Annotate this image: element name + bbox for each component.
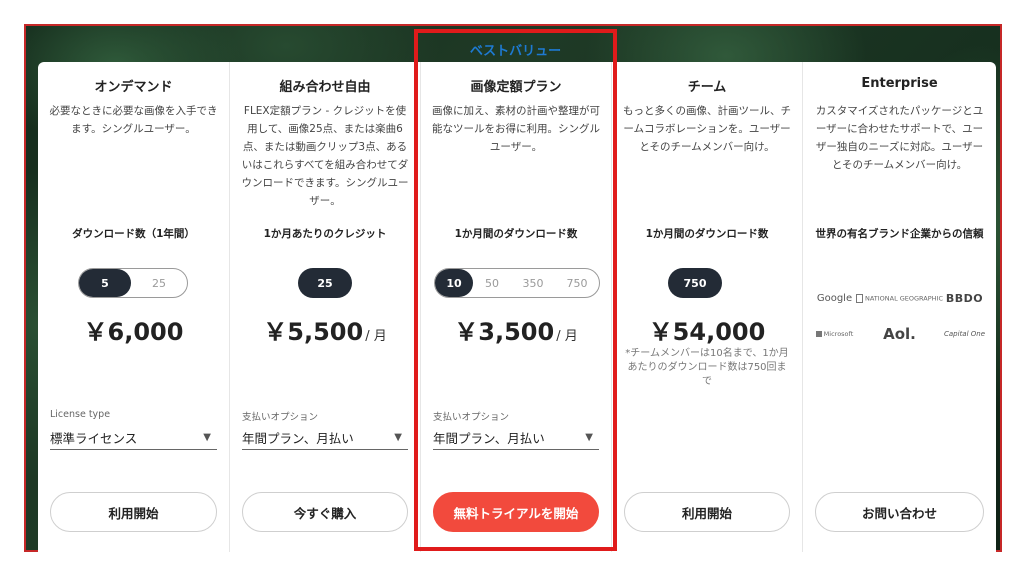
download-count-toggle: 10 50 350 750 bbox=[434, 268, 600, 298]
chevron-down-icon: ▼ bbox=[394, 432, 402, 443]
plan-image-subscription: 画像定額プラン 画像に加え、素材の計画や整理が可能なツールをお得に利用。シングル… bbox=[420, 62, 611, 552]
buy-now-button[interactable]: 今すぐ購入 bbox=[242, 492, 408, 532]
plan-title: チーム bbox=[687, 80, 727, 95]
plan-description: カスタマイズされたパッケージとユーザーに合わせたサポートで、ユーザー独自のニーズ… bbox=[815, 105, 984, 171]
option-750[interactable]: 750 bbox=[555, 269, 599, 297]
google-logo: Google bbox=[816, 293, 853, 304]
select-value: 年間プラン、月払い bbox=[433, 431, 545, 446]
metric-label: 1か月間のダウンロード数 bbox=[454, 228, 578, 240]
best-value-label: ベストバリュー bbox=[469, 44, 562, 59]
price-unit: / 月 bbox=[556, 329, 578, 344]
pricing-table: オンデマンド 必要なときに必要な画像を入手できます。シングルユーザー。 ダウンロ… bbox=[38, 62, 996, 552]
license-type-select[interactable]: 標準ライセンス ▼ bbox=[50, 426, 217, 450]
price: ￥3,500/ 月 bbox=[421, 312, 611, 347]
start-free-trial-button[interactable]: 無料トライアルを開始 bbox=[433, 492, 599, 532]
select-value: 年間プラン、月払い bbox=[242, 431, 354, 446]
option-50[interactable]: 50 bbox=[473, 269, 511, 297]
option-25[interactable]: 25 bbox=[131, 269, 187, 297]
download-count-toggle: 5 25 bbox=[78, 268, 188, 298]
microsoft-logo: Microsoft bbox=[815, 330, 853, 338]
start-button[interactable]: 利用開始 bbox=[624, 492, 790, 532]
price: ￥5,500/ 月 bbox=[230, 312, 420, 347]
price-value: ￥5,500 bbox=[263, 318, 364, 346]
team-note: *チームメンバーは10名まで、1か月あたりのダウンロード数は750回まで bbox=[625, 348, 789, 387]
plan-team: チーム もっと多くの画像、計画ツール、チームコラボレーションを。ユーザーとそのチ… bbox=[611, 62, 802, 552]
price-unit: / 月 bbox=[365, 329, 387, 344]
brand-logos: Google NATIONAL GEOGRAPHIC BBDO Microsof… bbox=[813, 292, 986, 343]
chevron-down-icon: ▼ bbox=[585, 432, 593, 443]
option-5[interactable]: 5 bbox=[79, 269, 131, 297]
plan-flex: 組み合わせ自由 FLEX定額プラン - クレジットを使用して、画像25点、または… bbox=[229, 62, 420, 552]
plan-title: 組み合わせ自由 bbox=[279, 80, 371, 95]
plan-description: 必要なときに必要な画像を入手できます。シングルユーザー。 bbox=[49, 105, 218, 135]
license-type-label: License type bbox=[50, 409, 111, 420]
metric-label: 世界の有名ブランド企業からの信頼 bbox=[815, 228, 984, 240]
payment-option-select[interactable]: 年間プラン、月払い ▼ bbox=[242, 426, 408, 450]
aol-logo: Aol. bbox=[883, 325, 916, 343]
plan-title: 画像定額プラン bbox=[470, 80, 562, 95]
chevron-down-icon: ▼ bbox=[203, 432, 211, 443]
plan-description: もっと多くの画像、計画ツール、チームコラボレーションを。ユーザーとそのチームメン… bbox=[623, 105, 791, 153]
capital-one-logo: Capital One bbox=[944, 330, 986, 338]
plan-description: 画像に加え、素材の計画や整理が可能なツールをお得に利用。シングルユーザー。 bbox=[432, 105, 600, 153]
bbdo-logo: BBDO bbox=[945, 292, 984, 305]
option-10[interactable]: 10 bbox=[435, 269, 473, 297]
plan-on-demand: オンデマンド 必要なときに必要な画像を入手できます。シングルユーザー。 ダウンロ… bbox=[38, 62, 229, 552]
option-350[interactable]: 350 bbox=[511, 269, 555, 297]
contact-us-button[interactable]: お問い合わせ bbox=[815, 492, 984, 532]
price: ￥6,000 bbox=[38, 312, 229, 347]
select-value: 標準ライセンス bbox=[50, 431, 138, 446]
national-geographic-logo: NATIONAL GEOGRAPHIC bbox=[855, 294, 943, 303]
payment-option-label: 支払いオプション bbox=[242, 412, 319, 423]
price: ￥54,000 bbox=[612, 312, 802, 347]
download-option-750[interactable]: 750 bbox=[668, 268, 722, 298]
plan-enterprise: Enterprise カスタマイズされたパッケージとユーザーに合わせたサポートで… bbox=[802, 62, 996, 552]
price-value: ￥3,500 bbox=[454, 318, 555, 346]
metric-label: 1か月間のダウンロード数 bbox=[645, 228, 769, 240]
price-value: ￥6,000 bbox=[83, 318, 184, 346]
payment-option-label: 支払いオプション bbox=[433, 412, 510, 423]
start-button[interactable]: 利用開始 bbox=[50, 492, 217, 532]
metric-label: ダウンロード数（1年間） bbox=[72, 228, 195, 240]
credit-option-25[interactable]: 25 bbox=[298, 268, 352, 298]
plan-description: FLEX定額プラン - クレジットを使用して、画像25点、または楽曲6点、または… bbox=[241, 105, 409, 207]
price-value: ￥54,000 bbox=[648, 318, 766, 346]
metric-label: 1か月あたりのクレジット bbox=[263, 228, 387, 240]
payment-option-select[interactable]: 年間プラン、月払い ▼ bbox=[433, 426, 599, 450]
plan-title: オンデマンド bbox=[94, 80, 173, 95]
plan-title: Enterprise bbox=[861, 76, 938, 91]
